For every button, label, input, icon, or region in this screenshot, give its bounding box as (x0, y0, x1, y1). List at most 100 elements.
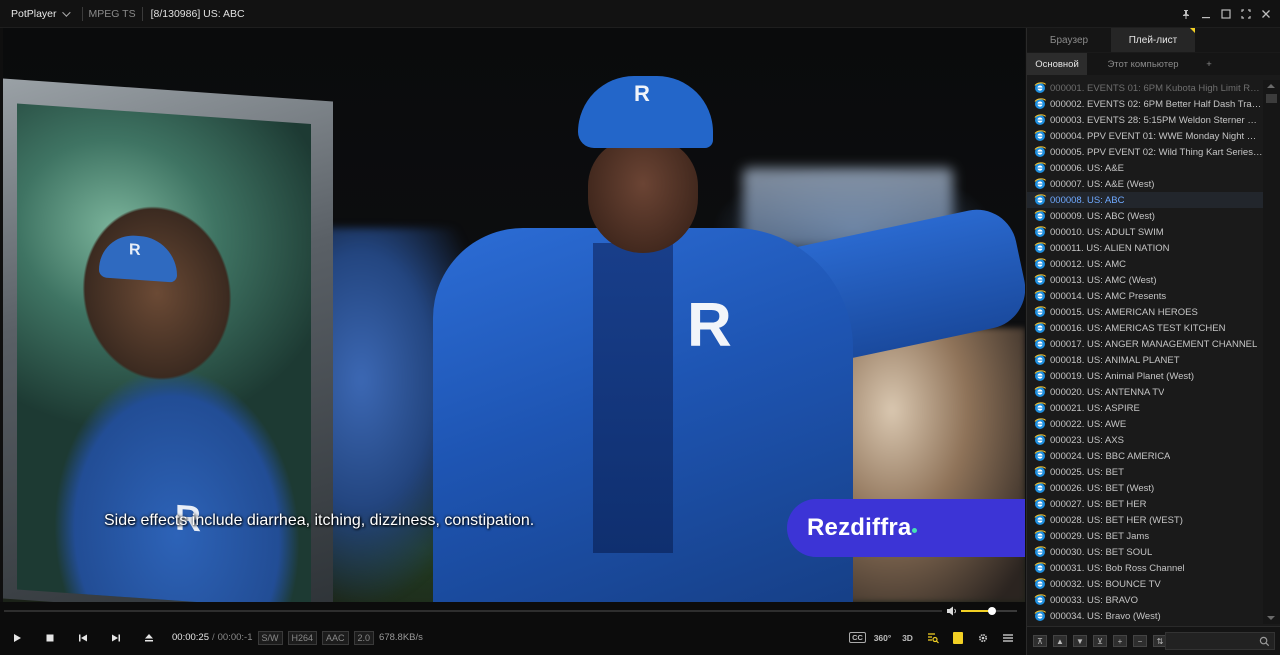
playlist-item[interactable]: 000003. EVENTS 28: 5:15PM Weldon Sterner… (1027, 112, 1263, 128)
playlist-item[interactable]: 000005. PPV EVENT 02: Wild Thing Kart Se… (1027, 144, 1263, 160)
remove-item-button[interactable]: − (1133, 635, 1147, 647)
subtab-this-computer[interactable]: Этот компьютер (1087, 53, 1199, 75)
playlist-item[interactable]: 000013. US: AMC (West) (1027, 272, 1263, 288)
playlist-item[interactable]: 000020. US: ANTENNA TV (1027, 384, 1263, 400)
divider (141, 6, 143, 21)
playlist-item[interactable]: 000017. US: ANGER MANAGEMENT CHANNEL (1027, 336, 1263, 352)
playlist-item[interactable]: 000022. US: AWE (1027, 416, 1263, 432)
playlist-panel-button[interactable] (945, 627, 970, 649)
playlist-item[interactable]: 000033. US: BRAVO (1027, 592, 1263, 608)
next-button[interactable] (99, 623, 132, 653)
playlist-item[interactable]: 000032. US: BOUNCE TV (1027, 576, 1263, 592)
vr-360-button[interactable]: 360° (870, 627, 895, 649)
audio-channels-tag[interactable]: 2.0 (353, 630, 375, 645)
playlist-item[interactable]: 000001. EVENTS 01: 6PM Kubota High Limit… (1027, 80, 1263, 96)
settings-button[interactable] (970, 627, 995, 649)
subtab-main[interactable]: Основной (1027, 53, 1087, 75)
scroll-down-icon[interactable] (1267, 616, 1275, 620)
eject-button[interactable] (132, 623, 165, 653)
playlist-item[interactable]: 000015. US: AMERICAN HEROES (1027, 304, 1263, 320)
playlist-item-current[interactable]: 000008. US: ABC (1027, 192, 1263, 208)
stop-button[interactable] (33, 623, 66, 653)
playlist-item-label: 000026. US: BET (West) (1050, 482, 1155, 494)
playlist-item[interactable]: 000031. US: Bob Ross Channel (1027, 560, 1263, 576)
hamburger-icon (1002, 633, 1013, 642)
playlist-item-label: 000003. EVENTS 28: 5:15PM Weldon Sterner… (1050, 114, 1263, 126)
stop-icon (46, 634, 53, 641)
pin-icon[interactable] (1176, 4, 1196, 24)
playlist-item[interactable]: 000009. US: ABC (West) (1027, 208, 1263, 224)
play-button[interactable] (0, 623, 33, 653)
scroll-thumb[interactable] (1266, 94, 1277, 103)
playlist-item[interactable]: 000004. PPV EVENT 01: WWE Monday Night R… (1027, 128, 1263, 144)
playlist-item[interactable]: 000007. US: A&E (West) (1027, 176, 1263, 192)
playlist-item[interactable]: 000006. US: A&E (1027, 160, 1263, 176)
playlist-item[interactable]: 000021. US: ASPIRE (1027, 400, 1263, 416)
subtitle-text: Side effects include diarrhea, itching, … (104, 512, 535, 529)
playlist-item[interactable]: 000027. US: BET HER (1027, 496, 1263, 512)
menu-button[interactable] (995, 627, 1020, 649)
decoder-tag[interactable]: S/W (257, 630, 283, 645)
playlist-item[interactable]: 000026. US: BET (West) (1027, 480, 1263, 496)
playlist-item[interactable]: 000011. US: ALIEN NATION (1027, 240, 1263, 256)
playlist-item[interactable]: 000014. US: AMC Presents (1027, 288, 1263, 304)
subtitle-toggle-button[interactable]: CC (845, 627, 870, 649)
playlist-item-label: 000015. US: AMERICAN HEROES (1050, 306, 1198, 318)
playlist-item[interactable]: 000002. EVENTS 02: 6PM Better Half Dash … (1027, 96, 1263, 112)
app-menu-button[interactable]: PotPlayer (0, 0, 76, 27)
search-subtitle-button[interactable] (920, 627, 945, 649)
playlist-scrollbar[interactable] (1263, 80, 1280, 624)
playlist-item[interactable]: 000029. US: BET Jams (1027, 528, 1263, 544)
stream-icon (1034, 338, 1046, 349)
playlist-item-label: 000006. US: A&E (1050, 162, 1124, 174)
window-controls (1176, 0, 1276, 28)
playlist-item[interactable]: 000034. US: Bravo (West) (1027, 608, 1263, 624)
maximize-icon[interactable] (1216, 4, 1236, 24)
stream-icon (1034, 210, 1046, 221)
video-area[interactable]: R R Side effects include diarrhea, itchi… (3, 28, 1025, 602)
stream-icon (1034, 130, 1046, 141)
close-icon[interactable] (1256, 4, 1276, 24)
playlist-item[interactable]: 000024. US: BBC AMERICA (1027, 448, 1263, 464)
tab-browser[interactable]: Браузер (1027, 28, 1111, 52)
tab-playlist[interactable]: Плей-лист (1111, 28, 1195, 52)
playlist-item[interactable]: 000010. US: ADULT SWIM (1027, 224, 1263, 240)
playlist-search-input[interactable] (1165, 632, 1275, 650)
playlist-item[interactable]: 000025. US: BET (1027, 464, 1263, 480)
playlist-item[interactable]: 000030. US: BET SOUL (1027, 544, 1263, 560)
stream-icon (1034, 530, 1046, 541)
move-top-button[interactable]: ⊼ (1033, 635, 1047, 647)
seek-bar[interactable] (4, 610, 942, 612)
stream-icon (1034, 514, 1046, 525)
move-bottom-button[interactable]: ⊻ (1093, 635, 1107, 647)
playlist-item-label: 000024. US: BBC AMERICA (1050, 450, 1171, 462)
playlist-item-label: 000033. US: BRAVO (1050, 594, 1139, 606)
scroll-up-icon[interactable] (1267, 84, 1275, 88)
speaker-icon[interactable] (946, 605, 958, 617)
add-item-button[interactable]: + (1113, 635, 1127, 647)
window-title: [8/130986] US: ABC (150, 7, 245, 20)
playlist-item[interactable]: 000023. US: AXS (1027, 432, 1263, 448)
move-up-button[interactable]: ▲ (1053, 635, 1067, 647)
stream-icon (1034, 162, 1046, 173)
playlist-item[interactable]: 000019. US: Animal Planet (West) (1027, 368, 1263, 384)
audio-codec-tag[interactable]: AAC (322, 630, 349, 645)
fullscreen-icon[interactable] (1236, 4, 1256, 24)
playlist-toolbar: ⊼ ▲ ▼ ⊻ + − ⇅ (1027, 626, 1280, 655)
volume-handle[interactable] (987, 607, 996, 615)
move-down-button[interactable]: ▼ (1073, 635, 1087, 647)
video-codec-tag[interactable]: H264 (287, 630, 318, 645)
playlist-item[interactable]: 000018. US: ANIMAL PLANET (1027, 352, 1263, 368)
add-playlist-tab-button[interactable]: + (1199, 53, 1219, 75)
previous-button[interactable] (66, 623, 99, 653)
playlist-item[interactable]: 000012. US: AMC (1027, 256, 1263, 272)
jacket-logo: R (687, 291, 732, 360)
stream-icon (1034, 578, 1046, 589)
time-current: 00:00:25 (172, 632, 209, 643)
3d-button[interactable]: 3D (895, 627, 920, 649)
search-icon[interactable] (1259, 636, 1270, 647)
playlist-item[interactable]: 000016. US: AMERICAS TEST KITCHEN (1027, 320, 1263, 336)
playlist-item[interactable]: 000028. US: BET HER (WEST) (1027, 512, 1263, 528)
minimize-icon[interactable] (1196, 4, 1216, 24)
volume-slider[interactable] (961, 607, 1017, 615)
